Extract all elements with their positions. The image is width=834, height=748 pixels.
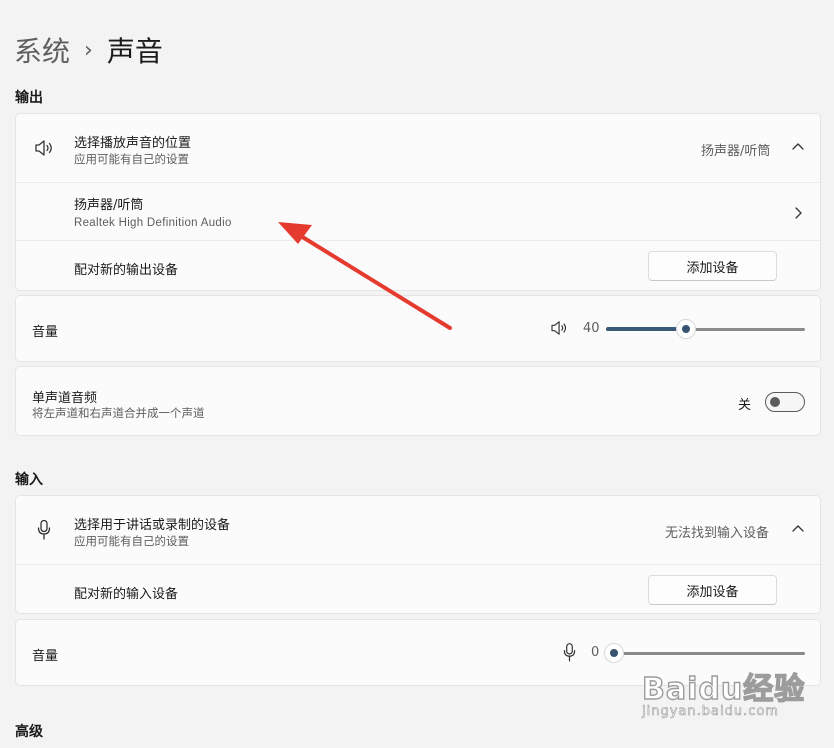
choose-input-row[interactable]: 选择用于讲话或录制的设备 应用可能有自己的设置 无法找到输入设备 (16, 496, 820, 564)
choose-output-title: 选择播放声音的位置 (74, 136, 192, 151)
breadcrumb-parent-system[interactable]: 系统 (14, 30, 70, 70)
breadcrumb: 系统 › 声音 (14, 30, 163, 70)
selected-input-device: 无法找到输入设备 (665, 526, 770, 541)
mono-audio-card: 单声道音频 将左声道和右声道合并成一个声道 关 (15, 366, 821, 436)
choose-input-title: 选择用于讲话或录制的设备 (74, 518, 231, 533)
pair-input-label: 配对新的输入设备 (74, 587, 179, 602)
input-volume-value: 0 (591, 645, 600, 660)
watermark-logo: Baidu经验 (641, 671, 806, 707)
chevron-up-icon[interactable] (791, 142, 805, 152)
mono-audio-subtitle: 将左声道和右声道合并成一个声道 (32, 406, 205, 420)
input-device-card: 选择用于讲话或录制的设备 应用可能有自己的设置 无法找到输入设备 配对新的输入设… (15, 495, 821, 614)
output-device-card: 选择播放声音的位置 应用可能有自己的设置 扬声器/听筒 扬声器/听筒 Realt… (15, 113, 821, 291)
breadcrumb-separator: › (84, 37, 93, 63)
pair-input-row: 配对新的输入设备 添加设备 (16, 564, 820, 614)
baidu-jingyan-watermark: Baidu经验 jingyan.baidu.com (641, 660, 812, 728)
selected-output-device: 扬声器/听筒 (701, 144, 771, 159)
add-input-device-button[interactable]: 添加设备 (648, 575, 777, 605)
input-volume-label: 音量 (32, 649, 59, 664)
mono-audio-state-label: 关 (738, 398, 752, 413)
pair-output-row: 配对新的输出设备 添加设备 (16, 240, 820, 291)
slider-thumb[interactable] (675, 319, 696, 339)
choose-output-row[interactable]: 选择播放声音的位置 应用可能有自己的设置 扬声器/听筒 (16, 114, 820, 182)
output-device-driver: Realtek High Definition Audio (74, 217, 232, 229)
add-output-device-button[interactable]: 添加设备 (648, 251, 777, 281)
choose-output-subtitle: 应用可能有自己的设置 (74, 152, 189, 166)
speaker-volume-icon[interactable] (550, 320, 570, 336)
output-volume-label: 音量 (32, 325, 59, 340)
output-device-name: 扬声器/听筒 (74, 198, 144, 213)
input-section-title: 输入 (15, 472, 43, 488)
slider-thumb[interactable] (604, 643, 624, 663)
chevron-up-icon[interactable] (791, 524, 805, 534)
output-section-title: 输出 (15, 90, 43, 106)
output-volume-value: 40 (583, 321, 600, 336)
page-title: 声音 (106, 35, 163, 68)
toggle-knob (770, 397, 780, 407)
advanced-section-title: 高级 (15, 724, 43, 740)
microphone-volume-icon[interactable] (563, 642, 576, 663)
output-volume-slider[interactable] (606, 319, 805, 339)
slider-fill (606, 327, 686, 331)
output-volume-card: 音量 40 (15, 295, 821, 362)
speaker-icon (35, 140, 52, 156)
output-device-row[interactable]: 扬声器/听筒 Realtek High Definition Audio (16, 182, 820, 240)
mono-audio-title: 单声道音频 (32, 391, 98, 406)
choose-input-subtitle: 应用可能有自己的设置 (74, 534, 189, 548)
slider-track (614, 652, 805, 655)
microphone-icon (37, 519, 51, 540)
mono-audio-toggle[interactable] (765, 392, 805, 412)
watermark-url: jingyan.baidu.com (642, 704, 779, 720)
chevron-right-icon[interactable] (793, 206, 803, 220)
pair-output-label: 配对新的输出设备 (74, 263, 179, 278)
